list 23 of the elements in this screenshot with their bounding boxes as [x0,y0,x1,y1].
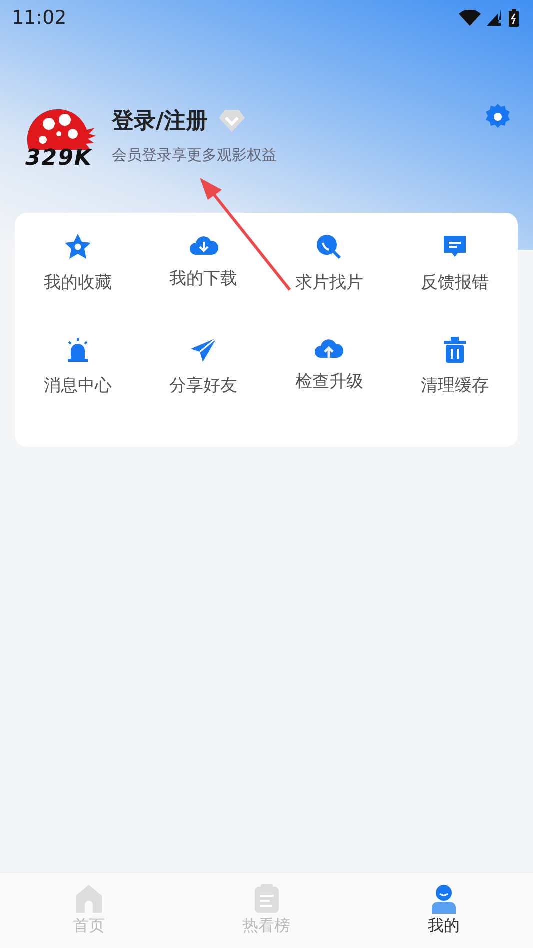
star-icon [62,233,93,261]
battery-icon [509,9,519,27]
clipboard-icon [254,884,280,914]
home-icon [74,884,104,914]
menu-item[interactable]: 我的下载 [170,267,238,290]
menu-item[interactable]: 我的收藏 [44,271,112,294]
wifi-icon [459,10,481,26]
trash-icon [442,336,468,364]
login-link[interactable]: 登录/注册 [112,106,208,136]
nav-tab[interactable]: 我的 [428,916,460,937]
vip-diamond-icon [218,108,246,132]
menu-item[interactable]: 清理缓存 [421,374,490,397]
settings-icon[interactable] [485,104,511,130]
menu-item[interactable]: 反馈报错 [421,271,490,294]
search-icon [315,233,344,261]
status-time: 11:02 [12,7,67,29]
menu-item[interactable]: 检查升级 [295,370,364,393]
paper-plane-icon [188,336,219,364]
menu-item[interactable]: 分享好友 [170,374,238,397]
menu-item[interactable]: 消息中心 [44,374,112,397]
signal-icon [487,10,503,26]
menu-item[interactable]: 求片找片 [295,271,364,294]
member-subtitle: 会员登录享更多观影权益 [112,146,278,164]
